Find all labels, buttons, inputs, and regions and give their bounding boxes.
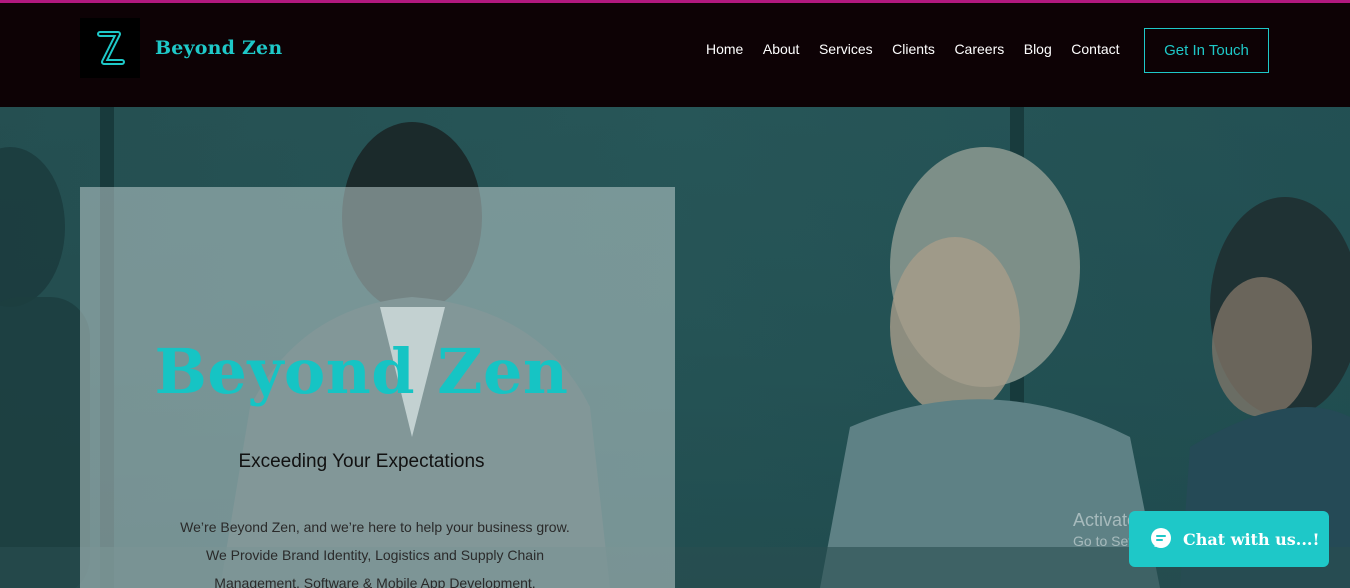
- brand-name[interactable]: Beyond Zen: [155, 37, 282, 59]
- site-header: Beyond Zen Home About Services Clients C…: [0, 0, 1350, 107]
- chat-bubble-icon: [1151, 528, 1171, 548]
- nav-blog[interactable]: Blog: [1024, 41, 1052, 57]
- nav-home[interactable]: Home: [706, 41, 743, 57]
- logo[interactable]: [80, 18, 140, 78]
- hero-panel: Beyond Zen Exceeding Your Expectations W…: [80, 187, 675, 588]
- hero-subtitle: Exceeding Your Expectations: [238, 451, 485, 472]
- nav-about[interactable]: About: [763, 41, 800, 57]
- nav-services[interactable]: Services: [819, 41, 873, 57]
- nav-contact[interactable]: Contact: [1071, 41, 1119, 57]
- z-logo-icon: [97, 31, 125, 65]
- hero-title: Beyond Zen: [154, 335, 569, 408]
- chat-label: Chat with us...!: [1183, 529, 1320, 549]
- page: Beyond Zen Home About Services Clients C…: [0, 0, 1350, 588]
- main-nav: Home About Services Clients Careers Blog…: [706, 41, 1139, 57]
- hero-body-text: We’re Beyond Zen, and we’re here to help…: [180, 519, 570, 588]
- get-in-touch-button[interactable]: Get In Touch: [1144, 28, 1269, 73]
- nav-clients[interactable]: Clients: [892, 41, 935, 57]
- nav-careers[interactable]: Careers: [954, 41, 1004, 57]
- chat-button[interactable]: Chat with us...!: [1129, 511, 1329, 567]
